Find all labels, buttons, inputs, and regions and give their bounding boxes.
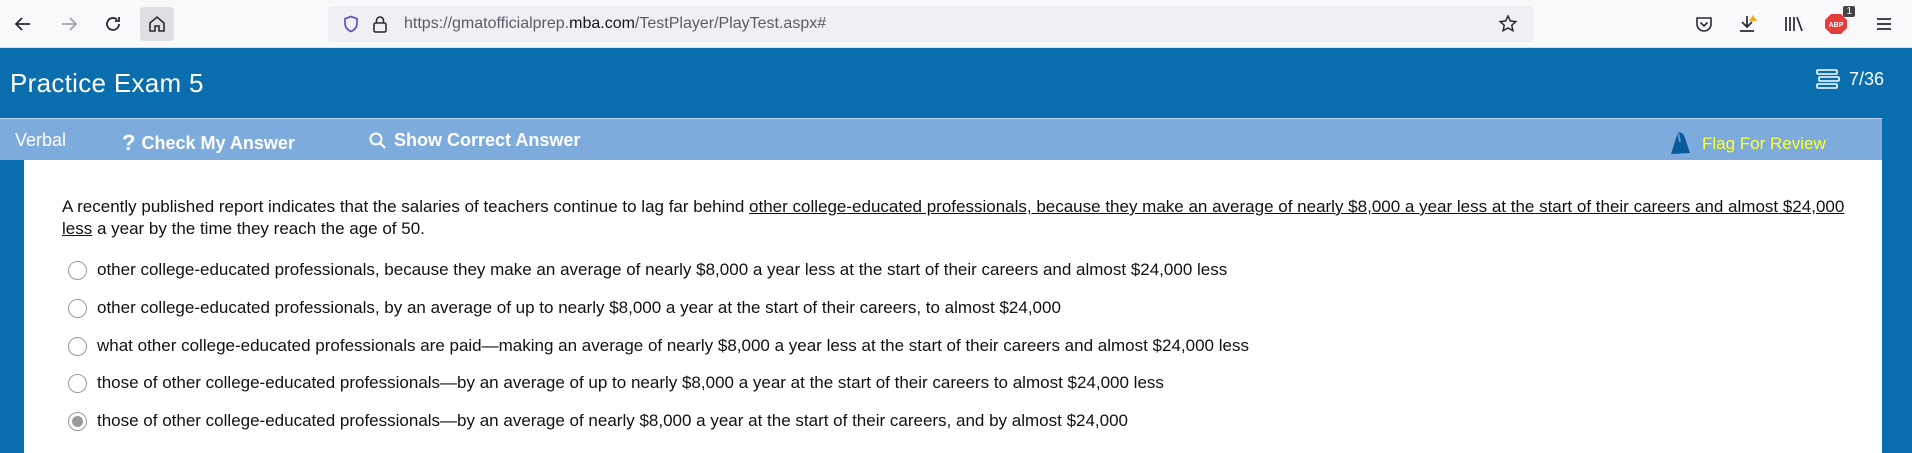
- downloads-button[interactable]: [1734, 10, 1762, 38]
- radio-button[interactable]: [68, 260, 87, 280]
- extension-badge: 1: [1843, 6, 1855, 17]
- answer-choice-text: other college-educated professionals, by…: [97, 298, 1061, 317]
- tracking-shield-icon[interactable]: [342, 15, 360, 33]
- flag-label: Flag For Review: [1702, 134, 1826, 153]
- reload-button[interactable]: [96, 7, 130, 41]
- answer-choice[interactable]: other college-educated professionals, by…: [68, 298, 1061, 318]
- answer-choice[interactable]: those of other college-educated professi…: [68, 411, 1128, 431]
- radio-button[interactable]: [68, 373, 87, 393]
- browser-toolbar: https://gmatofficialprep.mba.com/TestPla…: [0, 0, 1912, 48]
- pocket-button[interactable]: [1690, 10, 1718, 38]
- section-label: Verbal: [15, 130, 66, 151]
- frame-border-left: [0, 118, 24, 453]
- question-stem: A recently published report indicates th…: [62, 196, 1862, 240]
- answer-choice[interactable]: what other college-educated professional…: [68, 336, 1249, 356]
- exam-header: Practice Exam 5 7/36: [0, 48, 1912, 118]
- home-icon: [149, 15, 165, 32]
- question-mark-icon: ?: [122, 130, 136, 155]
- lock-icon[interactable]: [372, 15, 388, 33]
- answer-choice-text: other college-educated professionals, be…: [97, 260, 1228, 279]
- download-icon: [1740, 15, 1757, 32]
- magnifier-icon: [369, 132, 386, 149]
- url-text: https://gmatofficialprep.mba.com/TestPla…: [404, 15, 827, 32]
- svg-text:ABP: ABP: [1829, 22, 1844, 29]
- question-toolbar: Verbal ? Check My Answer Show Correct An…: [0, 118, 1882, 160]
- answer-choice-text: what other college-educated professional…: [97, 336, 1249, 355]
- answer-choice-text: those of other college-educated professi…: [97, 373, 1164, 392]
- section-name: Verbal: [15, 130, 67, 150]
- hamburger-menu-icon: [1877, 18, 1891, 30]
- question-panel: A recently published report indicates th…: [24, 160, 1882, 453]
- flag-for-review-button[interactable]: Flag For Review: [1668, 129, 1826, 155]
- forward-arrow-icon: [62, 17, 78, 31]
- back-arrow-icon: [14, 17, 30, 31]
- menu-button[interactable]: [1870, 10, 1898, 38]
- radio-button[interactable]: [68, 411, 87, 431]
- show-answer-label: Show Correct Answer: [394, 130, 581, 150]
- bookmark-star-icon[interactable]: [1498, 14, 1518, 34]
- reload-icon: [106, 17, 120, 31]
- page-title: Practice Exam 5: [10, 68, 204, 98]
- radio-button[interactable]: [68, 336, 87, 356]
- show-answer-button[interactable]: Show Correct Answer: [368, 130, 580, 151]
- question-progress: 7/36: [1815, 68, 1884, 90]
- answer-choice[interactable]: those of other college-educated professi…: [68, 373, 1164, 393]
- forward-button[interactable]: [52, 7, 86, 41]
- frame-border-right: [1882, 118, 1912, 453]
- question-list-icon: [1816, 69, 1840, 89]
- check-answer-button[interactable]: ? Check My Answer: [122, 130, 295, 156]
- check-answer-label: Check My Answer: [141, 132, 295, 153]
- stem-text-before: A recently published report indicates th…: [62, 197, 750, 216]
- back-button[interactable]: [6, 7, 40, 41]
- address-bar[interactable]: https://gmatofficialprep.mba.com/TestPla…: [328, 6, 1534, 42]
- answer-choice-text: those of other college-educated professi…: [97, 411, 1129, 430]
- radio-button[interactable]: [68, 298, 87, 318]
- radio-dot: [72, 415, 83, 427]
- library-icon: [1785, 16, 1803, 32]
- pocket-icon: [1696, 17, 1712, 32]
- home-button[interactable]: [140, 7, 174, 41]
- answer-choice[interactable]: other college-educated professionals, be…: [68, 260, 1227, 280]
- stem-text-after: a year by the time they reach the age of…: [92, 219, 425, 238]
- adblock-extension-button[interactable]: ABP 1: [1823, 6, 1855, 38]
- flag-icon: [1671, 131, 1690, 154]
- progress-count: 7/36: [1848, 68, 1884, 89]
- library-button[interactable]: [1780, 10, 1808, 38]
